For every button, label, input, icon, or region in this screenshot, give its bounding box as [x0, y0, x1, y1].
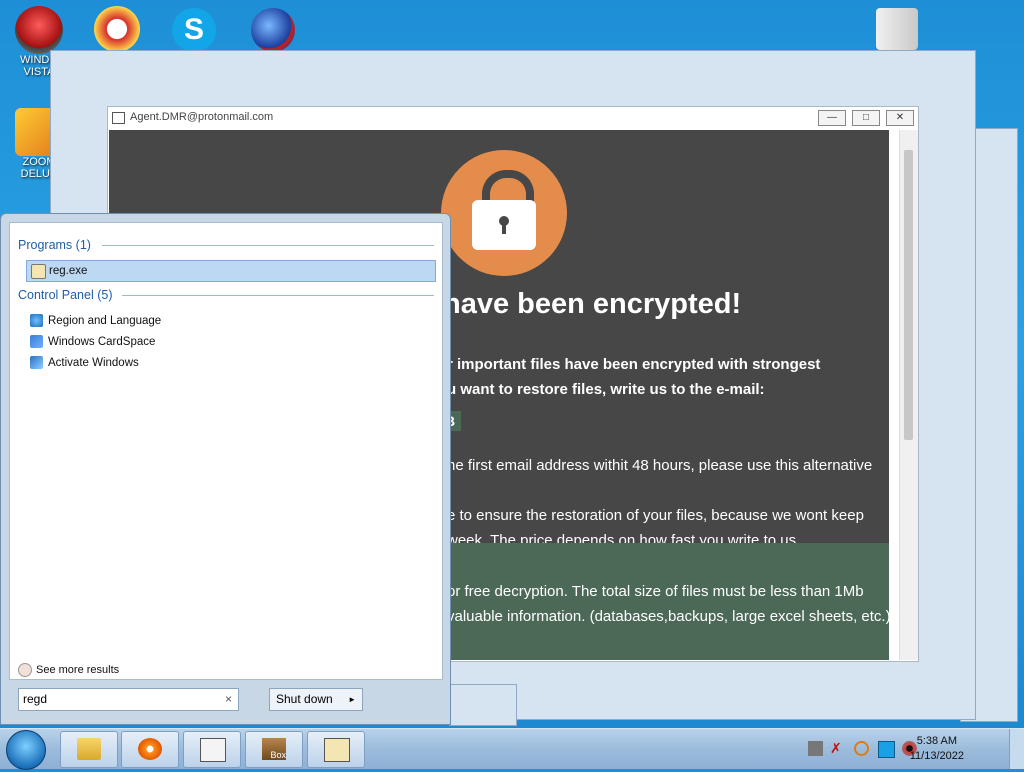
clear-search-icon[interactable]: ×: [225, 692, 232, 706]
media-player-icon: [138, 738, 162, 760]
section-divider: [102, 245, 434, 246]
window-icon: [112, 112, 125, 124]
programs-header: Programs (1): [18, 238, 91, 252]
show-desktop-button[interactable]: [1009, 729, 1024, 769]
tray-network-icon[interactable]: [808, 741, 823, 756]
section-divider: [122, 295, 434, 296]
taskbar-media-player[interactable]: [121, 731, 179, 768]
ransom-text: r important files have been encrypted wi…: [447, 356, 821, 373]
system-clock[interactable]: 5:38 AM 11/13/2022: [910, 734, 964, 764]
clock-time: 5:38 AM: [916, 735, 958, 747]
shutdown-label: Shut down: [276, 692, 333, 706]
shutdown-button[interactable]: Shut down ►: [269, 688, 363, 711]
hamster-box-icon: Box: [262, 738, 286, 760]
ransomware-icon: [324, 738, 350, 762]
taskbar-explorer[interactable]: [60, 731, 118, 768]
close-button[interactable]: ✕: [886, 110, 914, 126]
taskbar-document-app[interactable]: [183, 731, 241, 768]
vertical-scrollbar[interactable]: [899, 130, 918, 660]
search-more-icon: [18, 663, 32, 677]
ransom-text: u want to restore files, write us to the…: [447, 381, 765, 398]
clock-date: 11/13/2022: [909, 750, 964, 762]
control-panel-header: Control Panel (5): [18, 288, 113, 302]
ransom-text: he first email address withit 48 hours, …: [447, 457, 873, 474]
result-activate-windows[interactable]: Activate Windows: [26, 353, 434, 373]
document-icon: [200, 738, 226, 762]
result-label: Region and Language: [48, 315, 162, 327]
result-region-language[interactable]: Region and Language: [26, 311, 434, 331]
result-label: Windows CardSpace: [48, 336, 156, 348]
ransom-text: or free decryption. The total size of fi…: [447, 583, 864, 600]
skype-icon[interactable]: S: [172, 8, 216, 52]
search-results-pane: Programs (1) reg.exe Control Panel (5) R…: [9, 222, 443, 680]
ransom-heading: have been encrypted!: [443, 288, 742, 320]
lock-icon: [441, 150, 567, 276]
ransom-text: valuable information. (databases,backups…: [447, 608, 889, 625]
taskbar: Box ✗ 5:38 AM 11/13/2022: [0, 728, 1024, 770]
box-label: Box: [270, 750, 286, 760]
taskbar-ransomware-app[interactable]: [307, 731, 365, 768]
result-reg-exe[interactable]: reg.exe: [26, 260, 436, 282]
shutdown-options-arrow-icon[interactable]: ►: [348, 689, 356, 710]
activate-windows-icon: [30, 356, 43, 369]
see-more-results-link[interactable]: See more results: [18, 663, 119, 677]
taskbar-box-app[interactable]: Box: [245, 731, 303, 768]
tray-display-icon[interactable]: [878, 741, 895, 758]
result-windows-cardspace[interactable]: Windows CardSpace: [26, 332, 434, 352]
cardspace-icon: [30, 335, 43, 348]
internet-globe-icon[interactable]: [251, 8, 295, 52]
search-input[interactable]: [19, 689, 213, 708]
reg-exe-icon: [31, 264, 46, 279]
poptropica-icon[interactable]: [94, 6, 140, 52]
window-title: Agent.DMR@protonmail.com: [130, 111, 274, 123]
minimize-button[interactable]: —: [818, 110, 846, 126]
recycle-bin-icon[interactable]: [876, 8, 918, 50]
search-box[interactable]: ×: [18, 688, 239, 711]
see-more-label: See more results: [36, 663, 120, 676]
globe-icon: [30, 314, 43, 327]
background-window: [449, 684, 517, 726]
tray-action-center-icon[interactable]: ✗: [830, 741, 845, 756]
start-menu[interactable]: Programs (1) reg.exe Control Panel (5) R…: [0, 213, 451, 725]
folder-icon: [77, 738, 101, 760]
maximize-button[interactable]: □: [852, 110, 880, 126]
ransom-text: e to ensure the restoration of your file…: [447, 507, 864, 524]
scrollbar-thumb[interactable]: [904, 150, 913, 440]
result-label: reg.exe: [49, 265, 88, 277]
ransom-green-panel: [441, 543, 889, 660]
ransom-titlebar[interactable]: Agent.DMR@protonmail.com — □ ✕: [108, 107, 918, 129]
start-button[interactable]: [6, 730, 46, 770]
tray-search-icon[interactable]: [854, 741, 869, 756]
result-label: Activate Windows: [48, 357, 139, 369]
vista-icon: [15, 6, 63, 54]
